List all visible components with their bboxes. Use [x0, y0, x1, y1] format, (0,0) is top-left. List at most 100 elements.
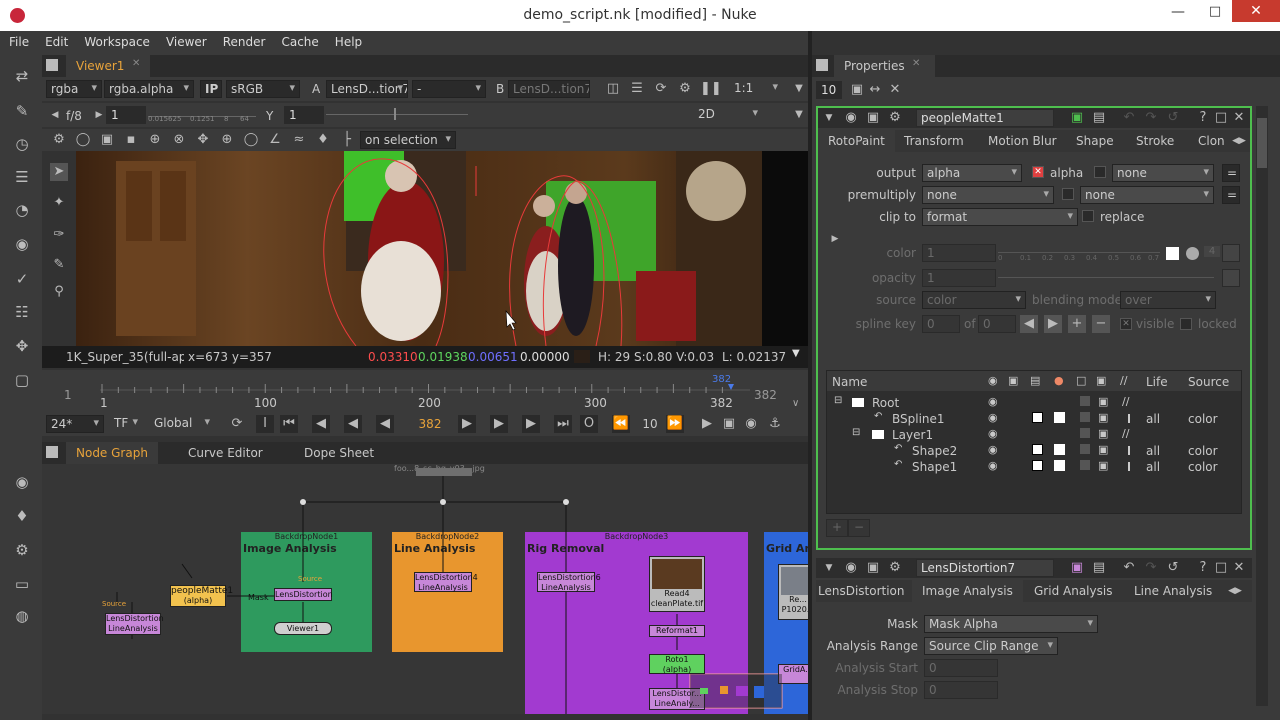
analysis-start-field[interactable]: 0: [924, 659, 998, 677]
blend-icon[interactable]: [1080, 460, 1090, 470]
of-field[interactable]: 0: [978, 315, 1016, 333]
flipbook-icon[interactable]: ▶: [698, 415, 716, 433]
status-menu-icon[interactable]: ▼: [792, 348, 800, 359]
panel-menu-icon-2[interactable]: [46, 446, 58, 458]
node-tile-color-icon[interactable]: ▣: [1068, 109, 1086, 127]
visible-icon[interactable]: ◉: [988, 411, 998, 424]
loop-icon[interactable]: ⟳: [228, 415, 246, 433]
float-icon[interactable]: □: [1212, 559, 1230, 577]
node-font-color-icon[interactable]: ▤: [1090, 109, 1108, 127]
menu-viewer[interactable]: Viewer: [157, 31, 214, 49]
refresh-icon[interactable]: ⟳: [652, 80, 670, 98]
premultiply-dropdown[interactable]: none: [922, 186, 1054, 204]
out-point-icon[interactable]: O: [580, 415, 598, 433]
visible-icon[interactable]: ◉: [988, 427, 998, 440]
scope-dropdown[interactable]: Global: [150, 415, 214, 433]
other-icon[interactable]: ▭: [12, 575, 32, 593]
tab-grid-analysis[interactable]: Grid Analysis: [1024, 580, 1122, 602]
toolsets-icon[interactable]: ⚙: [12, 541, 32, 559]
top-read-node[interactable]: [416, 468, 472, 476]
scrollbar-thumb[interactable]: [1257, 118, 1267, 168]
sync-icon[interactable]: ⚓: [766, 415, 784, 433]
tree-row-root[interactable]: ⊟ Root ◉ ▣ ∕∕: [830, 395, 1240, 412]
transform-icon[interactable]: ✥: [12, 337, 32, 355]
locked-checkbox[interactable]: [1180, 318, 1192, 330]
output-none-dropdown[interactable]: none: [1112, 164, 1214, 182]
increment-field[interactable]: 10: [636, 417, 664, 431]
close-icon[interactable]: ✕: [132, 58, 140, 69]
color-slider[interactable]: 0 0.1 0.2 0.3 0.4 0.5 0.6 0.7: [998, 244, 1160, 264]
color-wheel-icon[interactable]: [1186, 247, 1199, 260]
node-lensdistortion1[interactable]: LensDistortion: [274, 588, 333, 601]
help-icon[interactable]: ?: [1194, 559, 1212, 577]
view-mode-dropdown[interactable]: 2D: [694, 106, 762, 124]
views-icon[interactable]: ◉: [12, 473, 32, 491]
more-icon-2[interactable]: ▼: [790, 106, 808, 124]
color-anim-button[interactable]: [1222, 244, 1240, 262]
next-key-icon[interactable]: ▶: [1044, 315, 1062, 333]
source-dropdown[interactable]: color: [922, 291, 1026, 309]
redo-icon[interactable]: ↷: [1142, 559, 1160, 577]
motionblur-icon[interactable]: ∕∕: [1122, 395, 1129, 408]
remove-icon[interactable]: ⊗: [170, 131, 188, 149]
tab-rotopaint[interactable]: RotoPaint: [818, 130, 895, 152]
prev-frame-icon[interactable]: ◀: [344, 415, 362, 433]
spline-key-field[interactable]: 0: [922, 315, 960, 333]
node-reformat1[interactable]: Reformat1: [649, 625, 705, 637]
collapse-icon[interactable]: ▼: [820, 559, 838, 577]
cusp-icon[interactable]: ∠: [266, 131, 284, 149]
curve-icon[interactable]: ⊕: [218, 131, 236, 149]
color-field[interactable]: 1: [922, 244, 996, 262]
close-node-icon[interactable]: ✕: [1230, 109, 1248, 127]
menu-file[interactable]: File: [0, 31, 36, 49]
exposure-slider[interactable]: 0.015625 0.125 1 8 64: [148, 106, 256, 124]
zoom-dropdown[interactable]: 1:1: [730, 80, 782, 98]
menu-help[interactable]: Help: [326, 31, 369, 49]
node-graph-minimap[interactable]: [690, 674, 782, 708]
blending-mode-dropdown[interactable]: over: [1120, 291, 1216, 309]
undo-icon[interactable]: ↶: [1120, 109, 1138, 127]
blend-icon[interactable]: [1080, 412, 1090, 422]
minimize-button[interactable]: —: [1168, 4, 1188, 22]
menu-edit[interactable]: Edit: [36, 31, 75, 49]
opacity-field[interactable]: 1: [922, 269, 996, 287]
invert-icon[interactable]: ▣: [1098, 395, 1108, 408]
node-lensdistortion6[interactable]: LensDistortion6 LineAnalysis: [537, 572, 601, 592]
more-icon[interactable]: ▼: [790, 80, 808, 98]
clear-panels-icon[interactable]: ✕: [886, 81, 904, 99]
visible-icon[interactable]: ◉: [988, 459, 998, 472]
close-node-icon[interactable]: ✕: [1230, 559, 1248, 577]
composite-icon[interactable]: ☰: [628, 80, 646, 98]
collapse-icon[interactable]: ⊟: [834, 395, 842, 406]
tf-dropdown[interactable]: TF: [110, 415, 142, 433]
node1-name-field[interactable]: peopleMatte1: [916, 109, 1054, 127]
invert-icon[interactable]: ▣: [1098, 443, 1108, 456]
wipe-icon[interactable]: ◫: [604, 80, 622, 98]
opacity-slider[interactable]: [998, 277, 1214, 278]
timeline-ruler[interactable]: 1 100 200 300 382 382: [100, 374, 750, 410]
filter-icon[interactable]: ◉: [12, 235, 32, 253]
play-backward-icon[interactable]: ◀: [376, 415, 394, 433]
tab-image-analysis[interactable]: Image Analysis: [912, 580, 1023, 602]
add-layer-button[interactable]: +: [826, 519, 848, 537]
color-swatch-icon[interactable]: [1054, 460, 1065, 471]
tab-scroll-icon[interactable]: ◀▶: [1226, 582, 1244, 600]
revert-icon[interactable]: ↺: [1164, 109, 1182, 127]
pause-icon[interactable]: ❚❚: [700, 80, 722, 98]
first-frame-icon[interactable]: ⏮: [280, 415, 298, 433]
next-keyframe-icon[interactable]: ▶: [522, 415, 540, 433]
revert-icon[interactable]: ↺: [1164, 559, 1182, 577]
smooth-icon[interactable]: ≈: [290, 131, 308, 149]
motionblur-icon[interactable]: ∕∕: [1122, 427, 1129, 440]
zoom-tool-icon[interactable]: ⚲: [50, 283, 68, 301]
fstop-down-icon[interactable]: ◀: [46, 106, 64, 124]
play-icon[interactable]: ▶: [458, 415, 476, 433]
node-grid-analysis[interactable]: GridA...: [778, 664, 808, 684]
viewer-canvas[interactable]: [76, 151, 808, 346]
tree-row-layer1[interactable]: ⊟ Layer1 ◉ ▣ ∕∕: [830, 427, 1240, 444]
roi-dropdown[interactable]: on selection: [360, 131, 456, 149]
panel-menu-icon[interactable]: [46, 59, 58, 71]
menu-render[interactable]: Render: [214, 31, 273, 49]
premultiply-equals-button[interactable]: =: [1222, 186, 1240, 204]
tab-stroke[interactable]: Stroke: [1126, 130, 1184, 152]
